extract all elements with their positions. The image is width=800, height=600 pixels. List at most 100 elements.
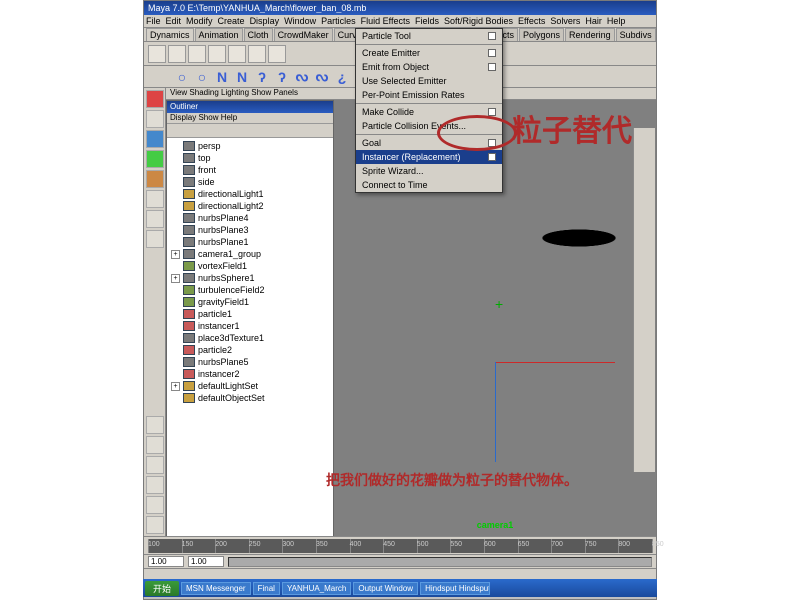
curve-icon[interactable]: ¿ xyxy=(332,68,352,86)
tool-icon[interactable] xyxy=(146,190,164,208)
option-box-icon[interactable] xyxy=(488,153,496,161)
outliner-item[interactable]: place3dTexture1 xyxy=(169,332,331,344)
start-button[interactable]: 开始 xyxy=(145,581,179,596)
range-slider[interactable] xyxy=(144,554,656,568)
menu-fluid effects[interactable]: Fluid Effects xyxy=(361,16,410,26)
menu-display[interactable]: Display xyxy=(250,16,280,26)
outliner-item[interactable]: instancer2 xyxy=(169,368,331,380)
menu-fields[interactable]: Fields xyxy=(415,16,439,26)
menu-item[interactable]: Create Emitter xyxy=(356,44,502,60)
outliner-item[interactable]: +camera1_group xyxy=(169,248,331,260)
outliner-item[interactable]: vortexField1 xyxy=(169,260,331,272)
menu-item[interactable]: Connect to Time xyxy=(356,178,502,192)
scale-tool-icon[interactable] xyxy=(146,170,164,188)
option-box-icon[interactable] xyxy=(488,63,496,71)
option-box-icon[interactable] xyxy=(488,49,496,57)
curve-icon[interactable]: N xyxy=(232,68,252,86)
shelf-tab[interactable]: Rendering xyxy=(565,28,615,41)
menu-solvers[interactable]: Solvers xyxy=(550,16,580,26)
outliner-item[interactable]: particle1 xyxy=(169,308,331,320)
outliner-item[interactable]: top xyxy=(169,152,331,164)
range-end-input[interactable] xyxy=(188,556,224,567)
curve-icon[interactable]: ᔓ xyxy=(312,68,332,86)
taskbar-button[interactable]: Output Window xyxy=(353,582,418,595)
outliner-item[interactable]: turbulenceField2 xyxy=(169,284,331,296)
windows-taskbar[interactable]: 开始 MSN MessengerFinalYANHUA_MarchOutput … xyxy=(143,579,657,597)
outliner-item[interactable]: +nurbsSphere1 xyxy=(169,272,331,284)
tool-icon[interactable] xyxy=(168,45,186,63)
outliner-item[interactable]: directionalLight1 xyxy=(169,188,331,200)
outliner-item[interactable]: front xyxy=(169,164,331,176)
curve-icon[interactable]: ○ xyxy=(192,68,212,86)
outliner-item[interactable]: particle2 xyxy=(169,344,331,356)
curve-icon[interactable]: ○ xyxy=(172,68,192,86)
menu-item[interactable]: Sprite Wizard... xyxy=(356,164,502,178)
layout-icon[interactable] xyxy=(146,436,164,454)
menu-item[interactable]: Use Selected Emitter xyxy=(356,74,502,88)
tool-icon[interactable] xyxy=(148,45,166,63)
lasso-tool-icon[interactable] xyxy=(146,110,164,128)
layout-icon[interactable] xyxy=(146,496,164,514)
tool-icon[interactable] xyxy=(208,45,226,63)
taskbar-button[interactable]: Hindsput Hindsput xyxy=(420,582,490,595)
curve-icon[interactable]: N xyxy=(212,68,232,86)
outliner-item[interactable]: nurbsPlane3 xyxy=(169,224,331,236)
menu-edit[interactable]: Edit xyxy=(166,16,182,26)
menu-particles[interactable]: Particles xyxy=(321,16,356,26)
option-box-icon[interactable] xyxy=(488,108,496,116)
curve-icon[interactable]: ᔓ xyxy=(292,68,312,86)
layout-icon[interactable] xyxy=(146,456,164,474)
menu-effects[interactable]: Effects xyxy=(518,16,545,26)
menu-modify[interactable]: Modify xyxy=(186,16,213,26)
rotate-tool-icon[interactable] xyxy=(146,150,164,168)
shelf-tab[interactable]: Animation xyxy=(195,28,243,41)
menu-create[interactable]: Create xyxy=(218,16,245,26)
outliner-item[interactable]: directionalLight2 xyxy=(169,200,331,212)
tool-icon[interactable] xyxy=(268,45,286,63)
menu-item[interactable]: Per-Point Emission Rates xyxy=(356,88,502,102)
range-start-input[interactable] xyxy=(148,556,184,567)
shelf-tab[interactable]: Subdivs xyxy=(616,28,656,41)
outliner-item[interactable]: nurbsPlane5 xyxy=(169,356,331,368)
tool-icon[interactable] xyxy=(146,210,164,228)
outliner-item[interactable]: nurbsPlane4 xyxy=(169,212,331,224)
outliner-tree[interactable]: persptopfrontsidedirectionalLight1direct… xyxy=(167,138,333,536)
option-box-icon[interactable] xyxy=(488,32,496,40)
time-slider[interactable]: 1001502002503003504004505005506006507007… xyxy=(144,536,656,554)
outliner-item[interactable]: instancer1 xyxy=(169,320,331,332)
select-tool-icon[interactable] xyxy=(146,90,164,108)
outliner-item[interactable]: defaultObjectSet xyxy=(169,392,331,404)
tool-icon[interactable] xyxy=(146,230,164,248)
menu-help[interactable]: Help xyxy=(607,16,626,26)
layout-icon[interactable] xyxy=(146,476,164,494)
menu-hair[interactable]: Hair xyxy=(585,16,602,26)
curve-icon[interactable]: ʔ xyxy=(272,68,292,86)
shelf-tab[interactable]: Polygons xyxy=(519,28,564,41)
tool-icon[interactable] xyxy=(188,45,206,63)
main-menubar[interactable]: File Edit Modify Create Display Window Particl… xyxy=(144,15,656,28)
shelf-tab[interactable]: CrowdMaker xyxy=(274,28,333,41)
tool-icon[interactable] xyxy=(228,45,246,63)
curve-icon[interactable]: ʔ xyxy=(252,68,272,86)
outliner-item[interactable]: side xyxy=(169,176,331,188)
layout-icon[interactable] xyxy=(146,416,164,434)
move-tool-icon[interactable] xyxy=(146,130,164,148)
particles-menu-dropdown[interactable]: Particle ToolCreate EmitterEmit from Obj… xyxy=(355,28,503,193)
menu-file[interactable]: File xyxy=(146,16,161,26)
taskbar-button[interactable]: YANHUA_March xyxy=(282,582,351,595)
shelf-tab[interactable]: Cloth xyxy=(244,28,273,41)
outliner-item[interactable]: nurbsPlane1 xyxy=(169,236,331,248)
menu-item[interactable]: Instancer (Replacement) xyxy=(356,150,502,164)
outliner-menubar[interactable]: Display Show Help xyxy=(167,113,333,124)
taskbar-button[interactable]: MSN Messenger xyxy=(181,582,251,595)
outliner-item[interactable]: gravityField1 xyxy=(169,296,331,308)
menu-item[interactable]: Emit from Object xyxy=(356,60,502,74)
layout-icon[interactable] xyxy=(146,516,164,534)
taskbar-button[interactable]: Final xyxy=(253,582,280,595)
menu-item[interactable]: Particle Tool xyxy=(356,29,502,43)
outliner-item[interactable]: persp xyxy=(169,140,331,152)
outliner-item[interactable]: +defaultLightSet xyxy=(169,380,331,392)
menu-window[interactable]: Window xyxy=(284,16,316,26)
menu-soft/rigid bodies[interactable]: Soft/Rigid Bodies xyxy=(444,16,513,26)
module-selector[interactable]: Dynamics xyxy=(146,28,194,41)
